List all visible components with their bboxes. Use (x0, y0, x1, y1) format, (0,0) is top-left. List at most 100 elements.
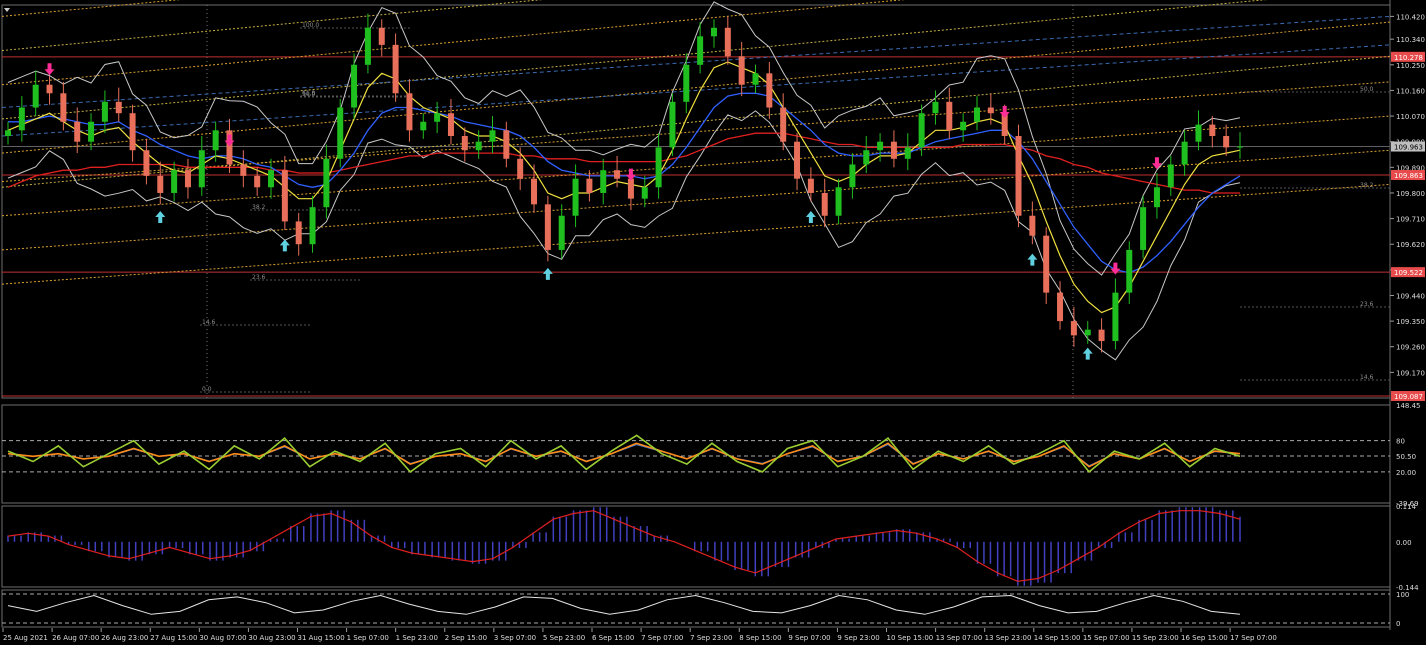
candle[interactable] (821, 192, 828, 216)
candle[interactable] (74, 121, 81, 142)
candle[interactable] (794, 141, 801, 179)
candle[interactable] (337, 107, 344, 159)
candle[interactable] (572, 178, 579, 216)
candle[interactable] (1015, 136, 1022, 216)
candle[interactable] (780, 107, 787, 142)
candle[interactable] (586, 178, 593, 193)
candle[interactable] (1167, 164, 1174, 188)
candle[interactable] (531, 178, 538, 205)
candle[interactable] (1126, 249, 1133, 293)
candle[interactable] (434, 113, 441, 122)
candle[interactable] (807, 178, 814, 193)
candle[interactable] (1181, 141, 1188, 165)
candle[interactable] (503, 130, 510, 159)
price-tick-label: 109.170 (1396, 369, 1425, 377)
candle[interactable] (323, 158, 330, 208)
price-chart[interactable]: 110.420 110.340 110.250 110.160 110.070 109.9… (0, 0, 1426, 645)
candle[interactable] (1209, 124, 1216, 136)
time-label: 7 Sep 07:00 (641, 634, 683, 642)
candle[interactable] (5, 130, 11, 136)
price-tick-label: 110.250 (1396, 62, 1425, 70)
candle[interactable] (475, 141, 482, 151)
candle[interactable] (697, 36, 704, 65)
candle[interactable] (254, 175, 261, 188)
candle[interactable] (378, 27, 385, 45)
candle[interactable] (641, 187, 648, 199)
candle[interactable] (1057, 292, 1064, 322)
time-label: 2 Sep 15:00 (445, 634, 487, 642)
candle[interactable] (932, 101, 939, 114)
candle[interactable] (766, 73, 773, 108)
candle[interactable] (752, 73, 759, 85)
candle[interactable] (1237, 146, 1243, 148)
candle[interactable] (558, 215, 565, 250)
candle[interactable] (420, 121, 427, 131)
candle[interactable] (1195, 124, 1202, 142)
candle[interactable] (738, 56, 745, 85)
candle[interactable] (724, 27, 731, 57)
ema-yellow (7, 61, 1241, 314)
candle[interactable] (918, 113, 925, 148)
candle[interactable] (863, 150, 870, 165)
candle[interactable] (517, 158, 524, 179)
candle[interactable] (1112, 292, 1119, 342)
candle[interactable] (447, 113, 454, 136)
candle[interactable] (1029, 215, 1036, 236)
candle[interactable] (60, 93, 67, 122)
candle[interactable] (184, 170, 191, 188)
candle[interactable] (406, 93, 413, 131)
candle[interactable] (198, 150, 205, 188)
candle[interactable] (600, 170, 607, 193)
candle[interactable] (1153, 187, 1160, 208)
candle[interactable] (129, 113, 136, 151)
candle[interactable] (683, 64, 690, 102)
candle[interactable] (960, 121, 967, 131)
candle[interactable] (835, 187, 842, 216)
candle[interactable] (364, 27, 371, 65)
candle[interactable] (904, 147, 911, 159)
candle[interactable] (309, 207, 316, 245)
candle[interactable] (946, 101, 953, 131)
candle[interactable] (115, 101, 122, 114)
candle[interactable] (268, 170, 275, 188)
candle[interactable] (1084, 329, 1091, 336)
candle[interactable] (143, 150, 150, 176)
candle[interactable] (627, 178, 634, 199)
time-label: 26 Aug 23:00 (101, 634, 148, 642)
candle[interactable] (987, 107, 994, 114)
candle[interactable] (295, 221, 302, 245)
candle[interactable] (1043, 235, 1050, 293)
candle[interactable] (973, 107, 980, 122)
candle[interactable] (890, 141, 897, 159)
candle[interactable] (212, 130, 219, 151)
chart-container[interactable]: 110.420 110.340 110.250 110.160 110.070 109.9… (0, 0, 1426, 645)
candle[interactable] (461, 136, 468, 151)
candle[interactable] (1140, 207, 1147, 250)
candle[interactable] (614, 170, 621, 179)
candle[interactable] (877, 141, 884, 151)
candle[interactable] (544, 204, 551, 250)
candle[interactable] (849, 164, 856, 188)
candle[interactable] (351, 64, 358, 108)
candle[interactable] (88, 121, 95, 142)
candle[interactable] (489, 130, 496, 142)
pane-border-main (1, 4, 1391, 399)
candle[interactable] (46, 84, 53, 94)
candle[interactable] (1223, 136, 1230, 148)
candle[interactable] (392, 44, 399, 94)
candle[interactable] (101, 101, 108, 122)
candle[interactable] (281, 170, 288, 222)
price-tick-label: 109.710 (1396, 216, 1425, 224)
arrow-up-icon (542, 267, 553, 280)
candle[interactable] (32, 84, 39, 108)
candle[interactable] (240, 164, 247, 176)
candle[interactable] (710, 27, 717, 37)
candle[interactable] (171, 170, 178, 193)
fib-label: 50.0 (1360, 86, 1374, 93)
candle[interactable] (1070, 321, 1077, 336)
candle[interactable] (655, 147, 662, 188)
candle[interactable] (1098, 329, 1105, 342)
candle[interactable] (18, 107, 25, 131)
candle[interactable] (157, 175, 164, 193)
candle[interactable] (669, 101, 676, 148)
